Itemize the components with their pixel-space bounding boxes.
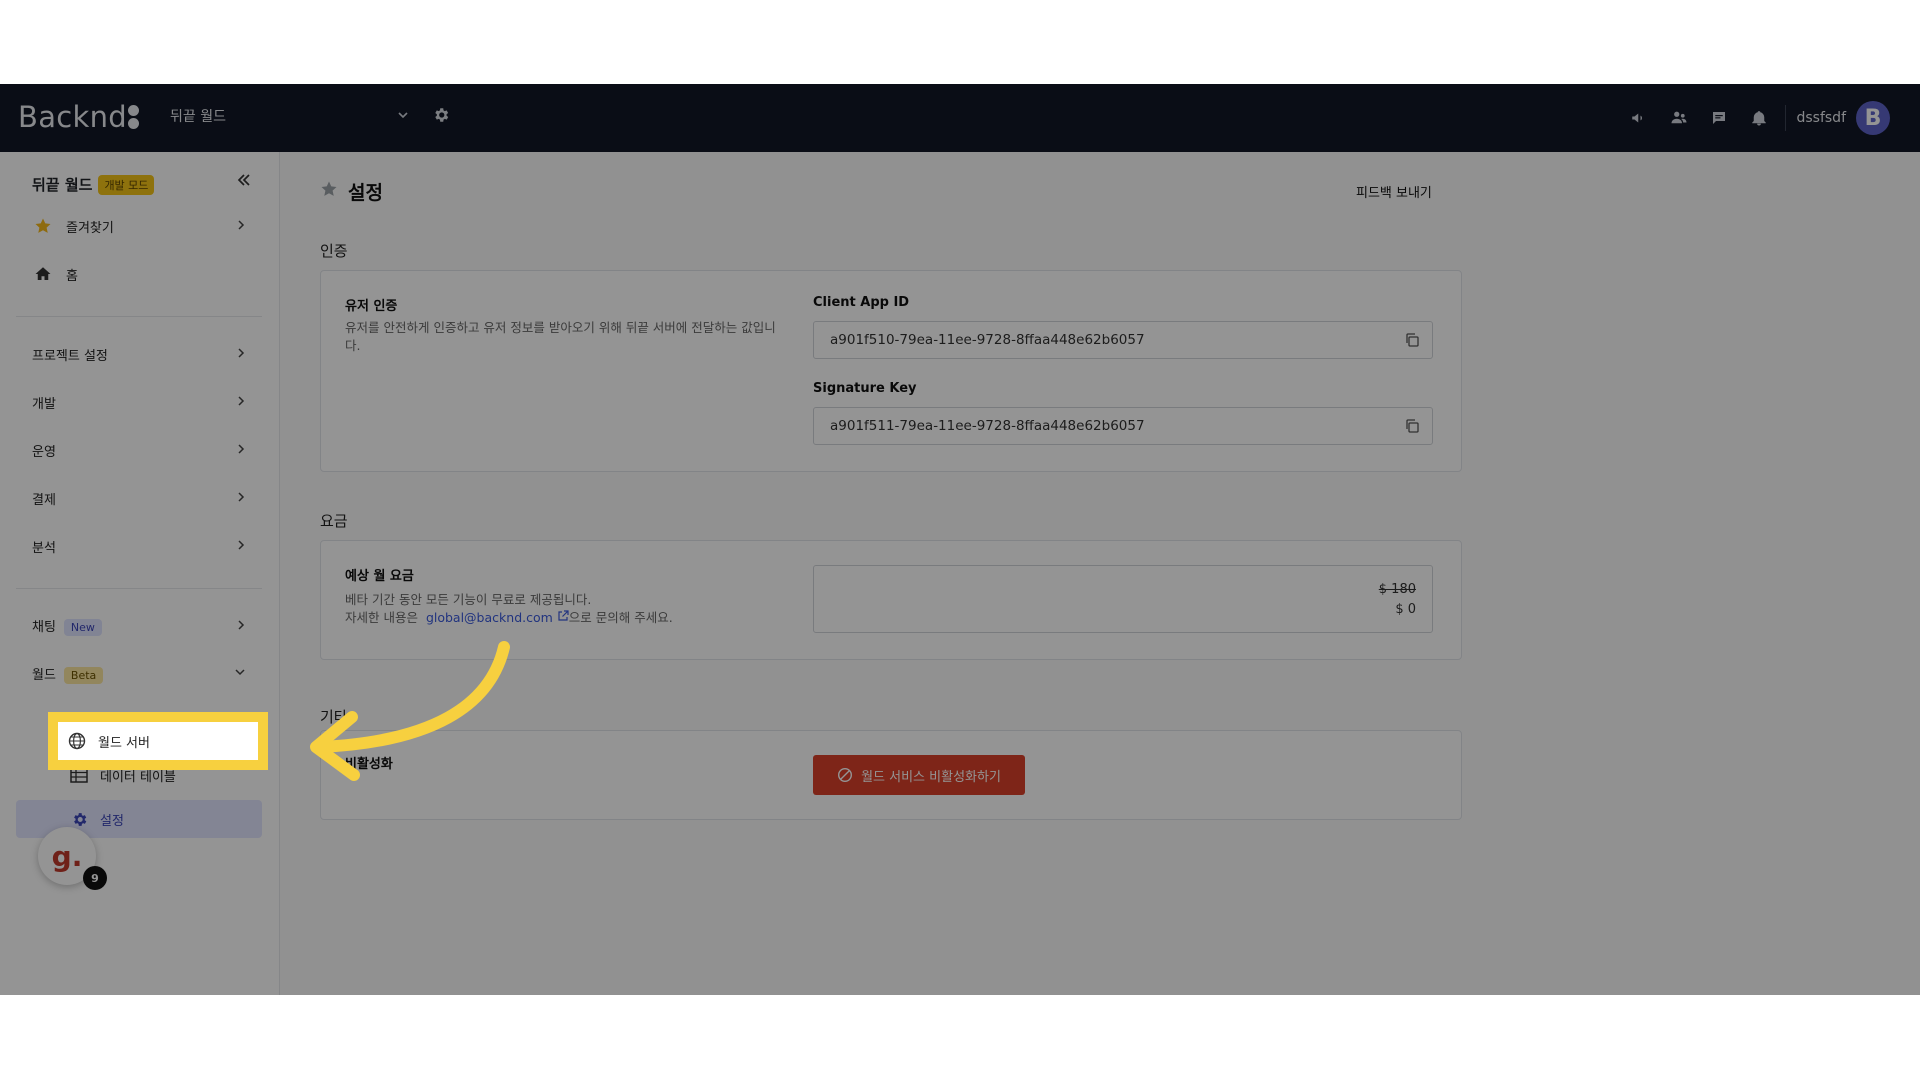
card-description: 베타 기간 동안 모든 기능이 무료로 제공됩니다. 자세한 내용은 globa… bbox=[345, 592, 673, 625]
copy-icon[interactable] bbox=[1404, 418, 1420, 434]
support-email-link[interactable]: global@backnd.com bbox=[426, 610, 553, 625]
section-title-auth: 인증 bbox=[320, 242, 348, 260]
chevron-right-icon bbox=[236, 443, 246, 458]
card-description: 유저를 안전하게 인증하고 유저 정보를 받아오기 위해 뒤끝 서버에 전달하는… bbox=[345, 320, 776, 353]
sidebar-item-chat[interactable]: 채팅 New bbox=[16, 606, 262, 646]
project-select[interactable]: 뒤끝 월드 bbox=[170, 106, 410, 130]
sidebar-item-world[interactable]: 월드 Beta bbox=[16, 654, 262, 694]
app-window: Backnd 뒤끝 월드 dssfsdf B 뒤끝 월드 개발 모드 즐겨찾기 … bbox=[0, 84, 1920, 995]
sidebar-item-operations[interactable]: 운영 bbox=[16, 430, 262, 470]
people-icon[interactable] bbox=[1659, 98, 1699, 138]
user-name[interactable]: dssfsdf bbox=[1796, 110, 1846, 126]
divider bbox=[1785, 105, 1787, 131]
sidebar-item-project-settings[interactable]: 프로젝트 설정 bbox=[16, 334, 262, 374]
deactivate-world-button[interactable]: 월드 서비스 비활성화하기 bbox=[813, 755, 1025, 795]
card-title: 비활성화 bbox=[345, 757, 393, 772]
new-badge: New bbox=[63, 619, 102, 636]
project-settings-gear-icon[interactable] bbox=[432, 106, 452, 126]
divider bbox=[16, 316, 262, 317]
gear-icon bbox=[68, 811, 90, 828]
collapse-sidebar-icon[interactable] bbox=[236, 172, 252, 192]
bell-icon[interactable] bbox=[1739, 98, 1779, 138]
section-title-fee: 요금 bbox=[320, 512, 348, 530]
chevron-right-icon bbox=[236, 539, 246, 554]
fee-card: 예상 월 요금 베타 기간 동안 모든 기능이 무료로 제공됩니다. 자세한 내… bbox=[320, 540, 1462, 660]
original-price: $ 180 bbox=[1378, 582, 1416, 597]
megaphone-icon[interactable] bbox=[1619, 98, 1659, 138]
globe-icon bbox=[66, 732, 88, 750]
chevron-right-icon bbox=[236, 395, 246, 410]
chat-icon[interactable] bbox=[1699, 98, 1739, 138]
main-content: 설정 피드백 보내기 인증 유저 인증 유저를 안전하게 인증하고 유저 정보를… bbox=[280, 152, 1920, 995]
page-title: 설정 bbox=[320, 178, 383, 205]
card-title: 예상 월 요금 bbox=[345, 569, 414, 584]
backnd-logo[interactable]: Backnd bbox=[18, 100, 140, 134]
send-feedback-link[interactable]: 피드백 보내기 bbox=[1356, 182, 1432, 201]
star-icon bbox=[32, 217, 54, 235]
card-title: 유저 인증 bbox=[345, 299, 398, 314]
favorite-star-icon[interactable] bbox=[320, 180, 338, 203]
current-price: $ 0 bbox=[1395, 602, 1416, 617]
top-bar: Backnd 뒤끝 월드 dssfsdf B bbox=[0, 84, 1920, 152]
chevron-right-icon bbox=[236, 347, 246, 362]
chevron-right-icon bbox=[236, 491, 246, 506]
sidebar-subitem-world-server[interactable]: 월드 서버 bbox=[48, 712, 268, 770]
beta-badge: Beta bbox=[63, 667, 104, 684]
user-avatar[interactable]: B bbox=[1856, 101, 1890, 135]
help-chat-count-badge: 9 bbox=[83, 866, 107, 890]
home-icon bbox=[32, 265, 54, 283]
estimated-fee-box: $ 180 $ 0 bbox=[813, 565, 1433, 633]
sidebar-item-home[interactable]: 홈 bbox=[16, 254, 262, 294]
top-right-actions: dssfsdf B bbox=[1619, 98, 1890, 138]
signature-key-field[interactable]: a901f511-79ea-11ee-9728-8ffaa448e62b6057 bbox=[813, 407, 1433, 445]
chevron-right-icon bbox=[236, 219, 246, 234]
chevron-down-icon bbox=[234, 666, 246, 682]
sidebar-item-development[interactable]: 개발 bbox=[16, 382, 262, 422]
copy-icon[interactable] bbox=[1404, 332, 1420, 348]
sidebar-item-favorites[interactable]: 즐겨찾기 bbox=[16, 206, 262, 246]
dev-mode-badge: 개발 모드 bbox=[98, 175, 155, 195]
ban-icon bbox=[837, 767, 853, 783]
logo-mark bbox=[128, 104, 140, 130]
chevron-right-icon bbox=[236, 619, 246, 634]
external-link-icon bbox=[557, 610, 569, 625]
sidebar-project-title: 뒤끝 월드 개발 모드 bbox=[32, 174, 155, 195]
project-select-value: 뒤끝 월드 bbox=[170, 109, 226, 125]
client-app-id-field[interactable]: a901f510-79ea-11ee-9728-8ffaa448e62b6057 bbox=[813, 321, 1433, 359]
signature-key-label: Signature Key bbox=[813, 381, 917, 396]
divider bbox=[16, 588, 262, 589]
deactivate-card: 비활성화 월드 서비스 비활성화하기 bbox=[320, 730, 1462, 820]
chevron-down-icon bbox=[396, 108, 410, 126]
sidebar-item-analytics[interactable]: 분석 bbox=[16, 526, 262, 566]
auth-card: 유저 인증 유저를 안전하게 인증하고 유저 정보를 받아오기 위해 뒤끝 서버… bbox=[320, 270, 1462, 472]
client-app-id-label: Client App ID bbox=[813, 295, 910, 310]
section-title-etc: 기타 bbox=[320, 708, 348, 726]
sidebar-item-payment[interactable]: 결제 bbox=[16, 478, 262, 518]
